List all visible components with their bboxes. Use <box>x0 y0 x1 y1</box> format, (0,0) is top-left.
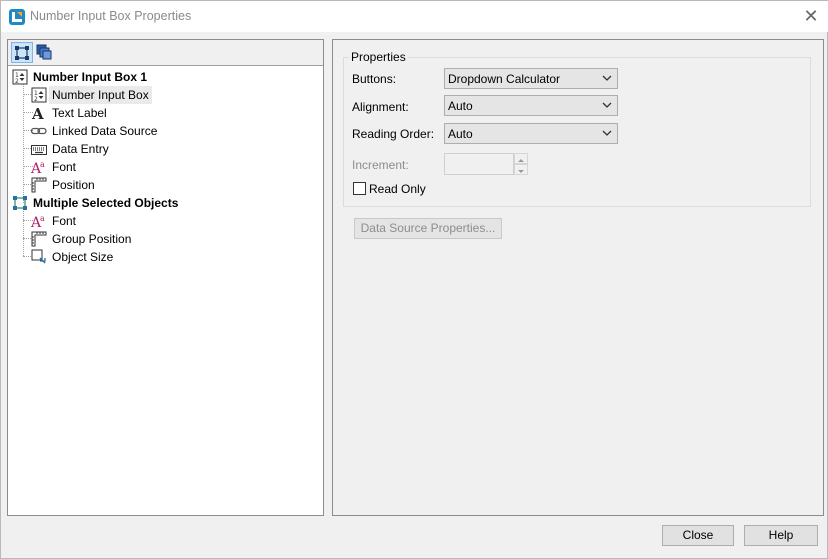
increment-input[interactable] <box>444 153 514 175</box>
tree-item-label: Multiple Selected Objects <box>33 196 179 210</box>
reading-order-select[interactable]: Auto <box>444 123 618 144</box>
tree-item-label: Font <box>52 214 77 228</box>
reading-order-select-value: Auto <box>448 127 473 141</box>
multiple-objects-icon <box>13 196 27 210</box>
buttons-select[interactable]: Dropdown Calculator <box>444 68 618 89</box>
font-icon: A a <box>31 214 45 229</box>
arrow-down-icon <box>518 170 524 173</box>
multiple-objects-view-button[interactable] <box>34 42 56 63</box>
tree-item-label: Object Size <box>52 250 114 264</box>
tree-item-group-font[interactable]: A a Font <box>8 212 323 230</box>
reading-order-label: Reading Order: <box>352 127 435 141</box>
tree-item-text-label[interactable]: A Text Label <box>8 104 323 122</box>
tree-item-label: Font <box>52 160 77 174</box>
object-size-icon <box>31 249 46 264</box>
tree-item-label: Position <box>52 178 95 192</box>
tree-item-label: Data Entry <box>52 142 109 156</box>
tree-toolbar <box>8 40 323 66</box>
tree-item-label: Text Label <box>52 106 107 120</box>
keyboard-icon <box>31 145 47 155</box>
tree-item-data-entry[interactable]: Data Entry <box>8 140 323 158</box>
alignment-label: Alignment: <box>352 100 409 114</box>
tree-item-object-size[interactable]: Object Size <box>8 248 323 266</box>
alignment-select-value: Auto <box>448 99 473 113</box>
chevron-down-icon <box>602 102 612 108</box>
font-icon: A a <box>31 160 45 175</box>
close-button[interactable]: Close <box>662 525 734 546</box>
tree-item-label: Number Input Box <box>49 86 152 104</box>
properties-panel: Properties Buttons: Dropdown Calculator … <box>332 39 824 516</box>
multiple-objects-view-icon <box>36 44 52 60</box>
svg-text:a: a <box>40 160 45 169</box>
title-bar: Number Input Box Properties ✕ <box>1 1 828 32</box>
data-source-properties-button[interactable]: Data Source Properties... <box>354 218 502 239</box>
svg-text:2: 2 <box>34 96 38 103</box>
tree-item-label: Number Input Box 1 <box>33 70 148 84</box>
link-chain-icon <box>31 127 47 135</box>
chevron-down-icon <box>602 75 612 81</box>
svg-text:a: a <box>40 214 45 223</box>
single-object-view-button[interactable] <box>11 42 33 63</box>
spin-down-button[interactable] <box>514 164 528 175</box>
single-object-view-icon <box>15 46 29 60</box>
alignment-select[interactable]: Auto <box>444 95 618 116</box>
number-input-box-icon: 1 2 <box>12 69 28 85</box>
tree-item-label: Linked Data Source <box>52 124 158 138</box>
tree-item-font[interactable]: A a Font <box>8 158 323 176</box>
property-tree-panel: 1 2 Number Input Box 1 1 2 Number Input … <box>7 39 324 516</box>
close-window-icon[interactable]: ✕ <box>801 6 821 26</box>
tree-item-linked-data-source[interactable]: Linked Data Source <box>8 122 323 140</box>
tree-item-group-position[interactable]: Group Position <box>8 230 323 248</box>
tree-item-number-input-box[interactable]: 1 2 Number Input Box <box>8 86 323 104</box>
tree-item-position[interactable]: Position <box>8 176 323 194</box>
help-button[interactable]: Help <box>744 525 818 546</box>
buttons-label: Buttons: <box>352 72 397 86</box>
ruler-position-icon <box>31 231 47 247</box>
tree-item-multiple-selected-objects[interactable]: Multiple Selected Objects <box>8 194 323 212</box>
number-input-box-icon: 1 2 <box>31 87 47 103</box>
spin-up-button[interactable] <box>514 153 528 164</box>
text-label-icon: A <box>31 105 44 121</box>
app-logo-icon <box>9 9 25 25</box>
chevron-down-icon <box>602 130 612 136</box>
read-only-checkbox[interactable] <box>353 182 366 195</box>
buttons-select-value: Dropdown Calculator <box>448 72 561 86</box>
ruler-position-icon <box>31 177 47 193</box>
properties-group-title: Properties <box>349 50 408 64</box>
window-title: Number Input Box Properties <box>30 9 192 23</box>
tree-item-label: Group Position <box>52 232 132 246</box>
svg-text:2: 2 <box>15 78 19 85</box>
increment-spinner[interactable] <box>514 153 528 175</box>
svg-text:A: A <box>31 105 44 121</box>
read-only-label[interactable]: Read Only <box>369 182 426 196</box>
tree-item-number-input-box-1[interactable]: 1 2 Number Input Box 1 <box>8 68 323 86</box>
properties-dialog: Number Input Box Properties ✕ 1 2 Number… <box>0 0 828 559</box>
increment-label: Increment: <box>352 158 409 172</box>
